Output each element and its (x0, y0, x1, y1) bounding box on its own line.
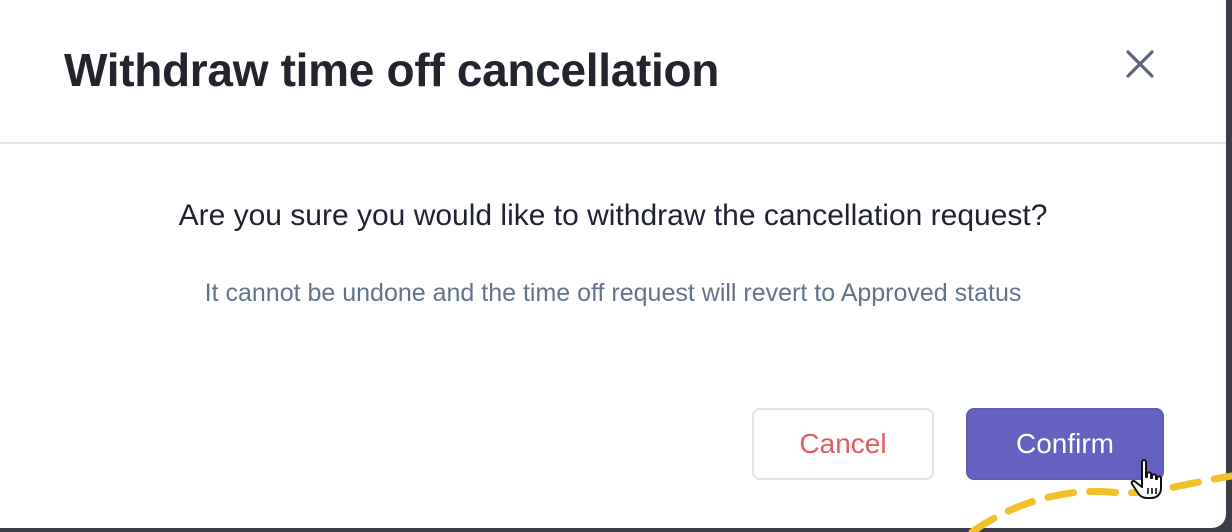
close-icon (1126, 50, 1154, 78)
withdraw-cancellation-dialog: Withdraw time off cancellation Are you s… (0, 0, 1226, 528)
cancel-button[interactable]: Cancel (752, 408, 934, 480)
dialog-header: Withdraw time off cancellation (0, 0, 1226, 144)
close-button[interactable] (1116, 40, 1164, 88)
dialog-title: Withdraw time off cancellation (64, 44, 720, 96)
confirmation-subtext: It cannot be undone and the time off req… (204, 279, 1022, 307)
confirm-button[interactable]: Confirm (966, 408, 1164, 480)
confirmation-question: Are you sure you would like to withdraw … (178, 199, 1048, 232)
